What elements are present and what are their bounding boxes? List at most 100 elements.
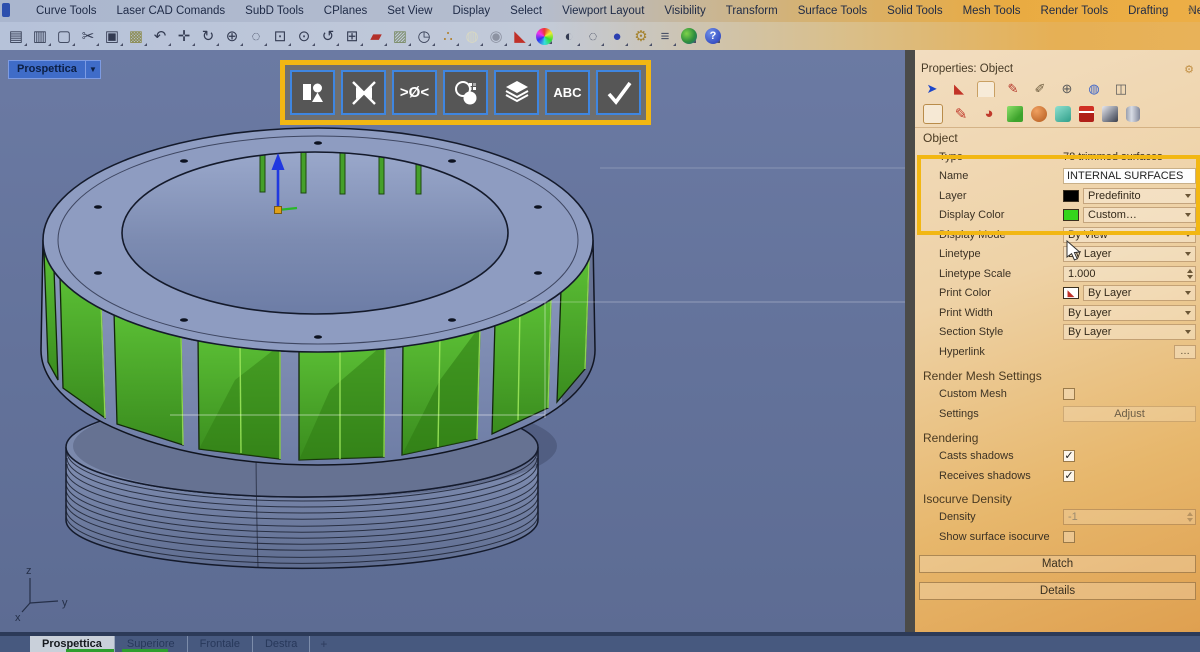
zoom-in-icon[interactable]: ⊕ xyxy=(220,25,244,47)
pen-tab[interactable]: ✎ xyxy=(951,104,971,124)
teal-cube-tab[interactable] xyxy=(1055,106,1071,122)
copy-icon[interactable]: ▣ xyxy=(100,25,124,47)
menu-item[interactable]: Render Tools xyxy=(1031,5,1119,17)
viewport-layout-icon[interactable]: ⊞ xyxy=(340,25,364,47)
print-color-dropdown[interactable]: By Layer xyxy=(1083,285,1196,301)
perspective-viewport[interactable]: z y x Prospettica ▼ xyxy=(0,50,905,632)
save-icon[interactable]: ▤ xyxy=(4,25,28,47)
panel-gear-icon[interactable]: ⚙ xyxy=(1184,63,1194,76)
menu-item[interactable]: Display xyxy=(442,5,500,17)
menu-item[interactable]: CPlanes xyxy=(314,5,377,17)
menu-item[interactable]: Select xyxy=(500,5,552,17)
shark-fin-icon[interactable]: ◣ xyxy=(508,25,532,47)
panel-divider[interactable] xyxy=(905,50,915,632)
display-color-dropdown[interactable]: Custom… xyxy=(1083,207,1196,223)
menubar-gear-icon[interactable]: ⚙ xyxy=(1187,5,1196,16)
color-wheel-tab[interactable] xyxy=(923,104,943,124)
pan-hand-icon[interactable]: ✛ xyxy=(172,25,196,47)
section-style-dropdown[interactable]: By Layer xyxy=(1063,324,1196,340)
globe-icon[interactable] xyxy=(681,28,697,44)
annotation-tab[interactable]: ✐ xyxy=(1031,81,1049,97)
layer-dropdown[interactable]: Predefinito xyxy=(1083,188,1196,204)
cut-icon[interactable]: ✂ xyxy=(76,25,100,47)
object-shapes-button[interactable] xyxy=(290,70,335,115)
adjust-button[interactable]: Adjust xyxy=(1063,406,1196,422)
custom-mesh-checkbox[interactable] xyxy=(1063,388,1075,400)
menu-item[interactable]: Surface Tools xyxy=(788,5,877,17)
dimension-tab[interactable]: ⊕ xyxy=(1058,81,1076,97)
menu-item[interactable]: Drafting xyxy=(1118,5,1178,17)
text-abc-button[interactable]: ABC xyxy=(545,70,590,115)
green-page-tab[interactable] xyxy=(1007,106,1023,122)
menu-item[interactable]: Curve Tools xyxy=(26,5,107,17)
map-icon[interactable]: ▨ xyxy=(388,25,412,47)
display-color-swatch[interactable] xyxy=(1063,209,1079,221)
sphere-dashed-icon[interactable]: ◌ xyxy=(581,25,605,47)
select-spheres-button[interactable] xyxy=(443,70,488,115)
menu-item[interactable]: Visibility xyxy=(654,5,715,17)
add-viewport-tab-button[interactable]: + xyxy=(310,636,337,652)
menu-item[interactable]: Set View xyxy=(377,5,442,17)
undo-view-icon[interactable]: ↺ xyxy=(316,25,340,47)
print-icon[interactable]: ▥ xyxy=(28,25,52,47)
viewport-tab-destra[interactable]: Destra xyxy=(253,636,310,652)
viewport-title-dropdown[interactable]: ▼ xyxy=(86,60,101,79)
red-book-tab[interactable] xyxy=(1079,106,1094,122)
viewport-tab-frontale[interactable]: Frontale xyxy=(188,636,253,652)
linetype-scale-spinner[interactable]: 1.000 xyxy=(1063,266,1196,282)
swap-hide-button[interactable] xyxy=(341,70,386,115)
zoom-dynamic-icon[interactable]: ◌ xyxy=(244,25,268,47)
control-points-icon[interactable]: ∴ xyxy=(436,25,460,47)
menu-item[interactable]: Solid Tools xyxy=(877,5,952,17)
paste-icon[interactable]: ▩ xyxy=(124,25,148,47)
rotate-view-icon[interactable]: ↻ xyxy=(196,25,220,47)
match-button[interactable]: Match xyxy=(919,555,1196,573)
menu-item[interactable]: Mesh Tools xyxy=(953,5,1031,17)
paint-tab[interactable]: ✎ xyxy=(1004,81,1022,97)
print-color-fin-icon[interactable]: ◣ xyxy=(1063,287,1079,299)
clock-icon[interactable]: ◷ xyxy=(412,25,436,47)
density-spinner[interactable]: -1 xyxy=(1063,509,1196,525)
gear-settings-icon[interactable]: ⚙ xyxy=(629,25,653,47)
linetype-dropdown[interactable]: By Layer xyxy=(1063,246,1196,262)
color-wheel-icon[interactable] xyxy=(536,28,553,45)
viewport-title[interactable]: Prospettica xyxy=(8,60,86,79)
receives-shadows-checkbox[interactable]: ✓ xyxy=(1063,470,1075,482)
print-color-tab[interactable]: ◣ xyxy=(950,81,968,97)
bell-tab[interactable]: ◍ xyxy=(1085,81,1103,97)
layers-button[interactable] xyxy=(494,70,539,115)
zoom-selected-icon[interactable]: ⊙ xyxy=(292,25,316,47)
help-icon[interactable]: ? xyxy=(705,28,721,44)
checker-ball-tab[interactable]: ◕ xyxy=(979,104,999,124)
sphere-blue-icon[interactable]: ● xyxy=(605,25,629,47)
lightbulb-icon[interactable]: ◍ xyxy=(460,25,484,47)
menu-item[interactable]: SubD Tools xyxy=(235,5,314,17)
hyperlink-browse-button[interactable]: … xyxy=(1174,345,1196,359)
shapes-tab[interactable]: ◫ xyxy=(1112,81,1130,97)
car-icon[interactable]: ▰ xyxy=(364,25,388,47)
object-color-tab[interactable] xyxy=(977,81,995,97)
name-input[interactable] xyxy=(1063,168,1196,184)
details-button[interactable]: Details xyxy=(919,582,1196,600)
show-isocurve-checkbox[interactable] xyxy=(1063,531,1075,543)
zoom-window-icon[interactable]: ⊡ xyxy=(268,25,292,47)
print-width-dropdown[interactable]: By Layer xyxy=(1063,305,1196,321)
lock-icon[interactable]: ◉ xyxy=(484,25,508,47)
object-properties-tab[interactable]: ➤ xyxy=(923,81,941,97)
layer-color-swatch[interactable] xyxy=(1063,190,1079,202)
new-file-icon[interactable]: ▢ xyxy=(52,25,76,47)
menu-item[interactable]: Transform xyxy=(716,5,788,17)
menu-item[interactable]: Viewport Layout xyxy=(552,5,654,17)
schematic-icon[interactable]: ≡ xyxy=(653,25,677,47)
orange-sphere-tab[interactable] xyxy=(1031,106,1047,122)
sphere-wireframe-icon[interactable]: ◐ xyxy=(557,25,581,47)
diameter-button[interactable]: >Ø< xyxy=(392,70,437,115)
spinner-arrows[interactable] xyxy=(1187,269,1193,279)
menu-item[interactable]: Laser CAD Comands xyxy=(107,5,236,17)
display-mode-dropdown[interactable]: By View xyxy=(1063,227,1196,243)
mirror-box-tab[interactable] xyxy=(1102,106,1118,122)
cylinder-grid-tab[interactable] xyxy=(1126,106,1140,122)
casts-shadows-checkbox[interactable]: ✓ xyxy=(1063,450,1075,462)
undo-icon[interactable]: ↶ xyxy=(148,25,172,47)
confirm-check-button[interactable] xyxy=(596,70,641,115)
